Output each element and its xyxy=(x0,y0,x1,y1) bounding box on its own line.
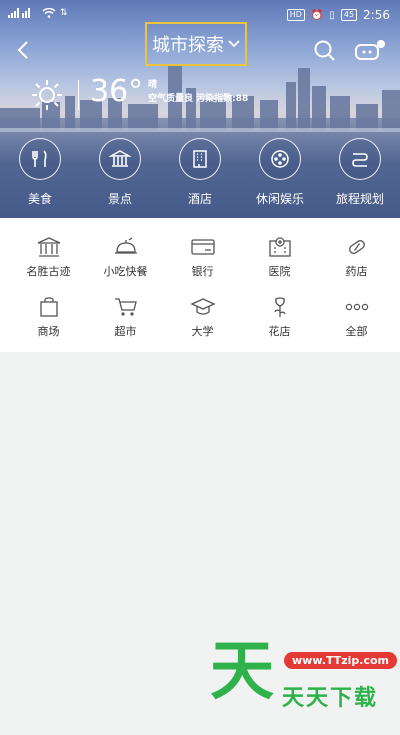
title-bar: 城市探索 xyxy=(0,22,400,70)
watermark-text: 天天下载 xyxy=(282,686,379,711)
page-title: 城市探索 xyxy=(152,35,224,56)
back-arrow-icon[interactable] xyxy=(12,38,36,62)
service-bank[interactable]: 银行 xyxy=(164,234,241,294)
category-entertainment[interactable]: 休闲娱乐 xyxy=(240,138,320,210)
temple-icon xyxy=(37,237,60,257)
service-label: 名胜古迹 xyxy=(26,265,71,278)
service-row: 名胜古迹 小吃快餐 银行 医院 药店 xyxy=(10,234,400,294)
service-florist[interactable]: 花店 xyxy=(241,294,318,354)
signal-icon xyxy=(8,8,30,18)
hd-badge: HD xyxy=(286,9,305,21)
service-all[interactable]: 全部 xyxy=(318,294,395,354)
category-label: 景点 xyxy=(107,192,132,206)
sync-icon: ⇅ xyxy=(60,8,68,18)
cart-icon xyxy=(114,298,137,316)
category-attractions[interactable]: 景点 xyxy=(80,138,160,210)
route-icon xyxy=(352,153,368,167)
service-hospital[interactable]: 医院 xyxy=(241,234,318,294)
chevron-down-icon xyxy=(228,40,240,48)
air-quality: 空气质量良 污染指数:88 xyxy=(148,94,249,104)
category-food[interactable]: 美食 xyxy=(0,138,80,210)
service-snacks[interactable]: 小吃快餐 xyxy=(87,234,164,294)
service-supermarket[interactable]: 超市 xyxy=(87,294,164,354)
category-trip-planning[interactable]: 旅程规划 xyxy=(320,138,400,210)
search-icon[interactable] xyxy=(312,38,338,64)
service-label: 大学 xyxy=(191,325,214,338)
service-label: 超市 xyxy=(114,325,137,338)
alarm-icon: ⏰ xyxy=(310,9,324,21)
graduation-cap-icon xyxy=(189,298,216,315)
category-label: 旅程规划 xyxy=(335,192,384,206)
status-time: 2:56 xyxy=(363,8,390,22)
service-pharmacy[interactable]: 药店 xyxy=(318,234,395,294)
fork-knife-icon xyxy=(32,150,47,167)
service-grid: 名胜古迹 小吃快餐 银行 医院 药店 商场 超市 大学 花店 全部 xyxy=(0,218,400,352)
service-label: 花店 xyxy=(268,325,291,338)
sun-icon xyxy=(32,80,62,110)
service-label: 小吃快餐 xyxy=(103,265,148,278)
watermark-logo: 天 www.TTzip.com 天天下载 xyxy=(210,640,400,720)
city-selector[interactable]: 城市探索 xyxy=(145,22,247,66)
weather-panel: 36° 晴 空气质量良 污染指数:88 xyxy=(30,74,290,114)
bank-card-icon xyxy=(190,239,215,255)
hospital-icon xyxy=(268,237,291,257)
category-hotel[interactable]: 酒店 xyxy=(160,138,240,210)
pill-icon xyxy=(348,240,365,254)
watermark-url: www.TTzip.com xyxy=(284,652,397,669)
service-label: 全部 xyxy=(345,325,368,338)
category-label: 休闲娱乐 xyxy=(255,192,304,206)
wifi-icon xyxy=(42,8,56,18)
service-label: 商场 xyxy=(37,325,60,338)
more-dots-icon xyxy=(345,303,368,311)
battery-indicator: 45 xyxy=(340,9,358,21)
weather-divider xyxy=(78,80,79,110)
watermark-glyph: 天 xyxy=(210,635,274,709)
landmark-icon xyxy=(109,150,131,167)
service-label: 药店 xyxy=(345,265,368,278)
service-label: 银行 xyxy=(191,265,214,278)
message-icon[interactable] xyxy=(354,38,388,64)
category-label: 酒店 xyxy=(187,192,212,206)
service-historic-sites[interactable]: 名胜古迹 xyxy=(10,234,87,294)
temperature: 36° xyxy=(90,74,144,109)
film-reel-icon xyxy=(271,150,289,168)
shopping-bag-icon xyxy=(39,297,58,317)
food-cloche-icon xyxy=(114,237,137,254)
service-mall[interactable]: 商场 xyxy=(10,294,87,354)
flower-icon xyxy=(273,297,286,317)
building-icon xyxy=(193,150,207,168)
service-university[interactable]: 大学 xyxy=(164,294,241,354)
category-label: 美食 xyxy=(27,192,52,206)
service-row: 商场 超市 大学 花店 全部 xyxy=(10,294,400,354)
service-label: 医院 xyxy=(268,265,291,278)
weather-condition: 晴 xyxy=(148,80,158,90)
category-nav: 美食 景点 酒店 休闲娱乐 旅程规划 xyxy=(0,138,400,210)
city-banner: ⇅ HD ⏰ ▯ 45 2:56 城市探索 36° 晴 空气质量良 污染指数:8… xyxy=(0,0,400,218)
vibrate-icon: ▯ xyxy=(329,9,335,21)
